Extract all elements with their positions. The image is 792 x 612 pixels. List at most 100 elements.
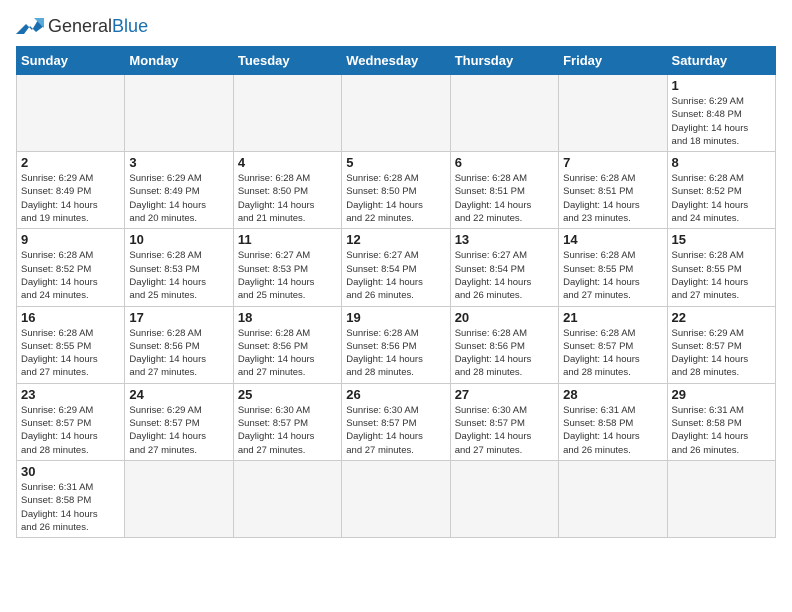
day-cell: 12 Sunrise: 6:27 AM Sunset: 8:54 PM Dayli… [342, 229, 450, 306]
day-number: 25 [238, 387, 337, 402]
day-info: Sunrise: 6:30 AM Sunset: 8:57 PM Dayligh… [346, 404, 445, 457]
day-number: 29 [672, 387, 771, 402]
day-info: Sunrise: 6:27 AM Sunset: 8:54 PM Dayligh… [455, 249, 554, 302]
day-info: Sunrise: 6:29 AM Sunset: 8:57 PM Dayligh… [129, 404, 228, 457]
day-number: 24 [129, 387, 228, 402]
day-cell: 13 Sunrise: 6:27 AM Sunset: 8:54 PM Dayli… [450, 229, 558, 306]
day-info: Sunrise: 6:31 AM Sunset: 8:58 PM Dayligh… [21, 481, 120, 534]
day-cell: 9 Sunrise: 6:28 AM Sunset: 8:52 PM Daylig… [17, 229, 125, 306]
day-info: Sunrise: 6:28 AM Sunset: 8:51 PM Dayligh… [455, 172, 554, 225]
day-cell [125, 75, 233, 152]
day-number: 11 [238, 232, 337, 247]
day-cell [667, 460, 775, 537]
day-info: Sunrise: 6:30 AM Sunset: 8:57 PM Dayligh… [455, 404, 554, 457]
day-cell: 18Sunrise: 6:28 AM Sunset: 8:56 PM Dayli… [233, 306, 341, 383]
day-number: 8 [672, 155, 771, 170]
day-info: Sunrise: 6:28 AM Sunset: 8:56 PM Dayligh… [129, 327, 228, 380]
day-number: 26 [346, 387, 445, 402]
day-info: Sunrise: 6:28 AM Sunset: 8:55 PM Dayligh… [21, 327, 120, 380]
day-number: 21 [563, 310, 662, 325]
day-cell: 2Sunrise: 6:29 AM Sunset: 8:49 PM Daylig… [17, 152, 125, 229]
logo-text: GeneralBlue [48, 17, 148, 37]
day-info: Sunrise: 6:30 AM Sunset: 8:57 PM Dayligh… [238, 404, 337, 457]
day-info: Sunrise: 6:29 AM Sunset: 8:57 PM Dayligh… [21, 404, 120, 457]
day-number: 15 [672, 232, 771, 247]
day-cell: 6 Sunrise: 6:28 AM Sunset: 8:51 PM Daylig… [450, 152, 558, 229]
day-number: 19 [346, 310, 445, 325]
day-number: 5 [346, 155, 445, 170]
week-row-4: 16 Sunrise: 6:28 AM Sunset: 8:55 PM Dayli… [17, 306, 776, 383]
day-info: Sunrise: 6:28 AM Sunset: 8:55 PM Dayligh… [563, 249, 662, 302]
col-header-sunday: Sunday [17, 47, 125, 75]
day-number: 28 [563, 387, 662, 402]
day-info: Sunrise: 6:31 AM Sunset: 8:58 PM Dayligh… [563, 404, 662, 457]
day-number: 12 [346, 232, 445, 247]
day-number: 4 [238, 155, 337, 170]
day-cell: 27 Sunrise: 6:30 AM Sunset: 8:57 PM Dayli… [450, 383, 558, 460]
week-row-1: 1 Sunrise: 6:29 AM Sunset: 8:48 PM Daylig… [17, 75, 776, 152]
day-cell: 8Sunrise: 6:28 AM Sunset: 8:52 PM Daylig… [667, 152, 775, 229]
day-cell: 11 Sunrise: 6:27 AM Sunset: 8:53 PM Dayli… [233, 229, 341, 306]
day-number: 6 [455, 155, 554, 170]
day-cell [559, 460, 667, 537]
day-cell [342, 75, 450, 152]
day-number: 22 [672, 310, 771, 325]
day-info: Sunrise: 6:28 AM Sunset: 8:50 PM Dayligh… [346, 172, 445, 225]
day-cell: 1 Sunrise: 6:29 AM Sunset: 8:48 PM Daylig… [667, 75, 775, 152]
week-row-5: 23 Sunrise: 6:29 AM Sunset: 8:57 PM Dayli… [17, 383, 776, 460]
header: GeneralBlue [16, 16, 776, 38]
day-cell: 28 Sunrise: 6:31 AM Sunset: 8:58 PM Dayli… [559, 383, 667, 460]
day-cell [17, 75, 125, 152]
day-info: Sunrise: 6:28 AM Sunset: 8:52 PM Dayligh… [21, 249, 120, 302]
week-row-3: 9 Sunrise: 6:28 AM Sunset: 8:52 PM Daylig… [17, 229, 776, 306]
col-header-monday: Monday [125, 47, 233, 75]
day-number: 13 [455, 232, 554, 247]
day-number: 30 [21, 464, 120, 479]
day-cell: 4Sunrise: 6:28 AM Sunset: 8:50 PM Daylig… [233, 152, 341, 229]
day-info: Sunrise: 6:28 AM Sunset: 8:56 PM Dayligh… [455, 327, 554, 380]
calendar-table: SundayMondayTuesdayWednesdayThursdayFrid… [16, 46, 776, 538]
day-cell [559, 75, 667, 152]
day-info: Sunrise: 6:29 AM Sunset: 8:48 PM Dayligh… [672, 95, 771, 148]
day-cell [125, 460, 233, 537]
day-cell [342, 460, 450, 537]
day-info: Sunrise: 6:28 AM Sunset: 8:55 PM Dayligh… [672, 249, 771, 302]
week-row-6: 30 Sunrise: 6:31 AM Sunset: 8:58 PM Dayli… [17, 460, 776, 537]
day-number: 9 [21, 232, 120, 247]
day-cell [233, 75, 341, 152]
day-info: Sunrise: 6:28 AM Sunset: 8:51 PM Dayligh… [563, 172, 662, 225]
col-header-wednesday: Wednesday [342, 47, 450, 75]
day-cell: 5 Sunrise: 6:28 AM Sunset: 8:50 PM Daylig… [342, 152, 450, 229]
day-cell: 19Sunrise: 6:28 AM Sunset: 8:56 PM Dayli… [342, 306, 450, 383]
day-info: Sunrise: 6:27 AM Sunset: 8:53 PM Dayligh… [238, 249, 337, 302]
day-cell: 20 Sunrise: 6:28 AM Sunset: 8:56 PM Dayli… [450, 306, 558, 383]
col-header-friday: Friday [559, 47, 667, 75]
day-cell: 21 Sunrise: 6:28 AM Sunset: 8:57 PM Dayli… [559, 306, 667, 383]
col-header-thursday: Thursday [450, 47, 558, 75]
day-number: 18 [238, 310, 337, 325]
day-cell: 3 Sunrise: 6:29 AM Sunset: 8:49 PM Daylig… [125, 152, 233, 229]
day-info: Sunrise: 6:28 AM Sunset: 8:57 PM Dayligh… [563, 327, 662, 380]
day-cell: 7Sunrise: 6:28 AM Sunset: 8:51 PM Daylig… [559, 152, 667, 229]
day-cell: 10Sunrise: 6:28 AM Sunset: 8:53 PM Dayli… [125, 229, 233, 306]
day-cell: 25 Sunrise: 6:30 AM Sunset: 8:57 PM Dayli… [233, 383, 341, 460]
day-number: 23 [21, 387, 120, 402]
logo-icon [16, 16, 44, 38]
day-info: Sunrise: 6:29 AM Sunset: 8:49 PM Dayligh… [129, 172, 228, 225]
day-cell: 30 Sunrise: 6:31 AM Sunset: 8:58 PM Dayli… [17, 460, 125, 537]
day-cell: 23 Sunrise: 6:29 AM Sunset: 8:57 PM Dayli… [17, 383, 125, 460]
week-row-2: 2Sunrise: 6:29 AM Sunset: 8:49 PM Daylig… [17, 152, 776, 229]
day-cell: 26 Sunrise: 6:30 AM Sunset: 8:57 PM Dayli… [342, 383, 450, 460]
day-number: 14 [563, 232, 662, 247]
day-number: 20 [455, 310, 554, 325]
day-info: Sunrise: 6:29 AM Sunset: 8:49 PM Dayligh… [21, 172, 120, 225]
day-number: 3 [129, 155, 228, 170]
day-number: 16 [21, 310, 120, 325]
day-number: 27 [455, 387, 554, 402]
day-number: 1 [672, 78, 771, 93]
day-number: 17 [129, 310, 228, 325]
day-cell: 29Sunrise: 6:31 AM Sunset: 8:58 PM Dayli… [667, 383, 775, 460]
day-info: Sunrise: 6:27 AM Sunset: 8:54 PM Dayligh… [346, 249, 445, 302]
day-cell: 17 Sunrise: 6:28 AM Sunset: 8:56 PM Dayli… [125, 306, 233, 383]
day-info: Sunrise: 6:28 AM Sunset: 8:53 PM Dayligh… [129, 249, 228, 302]
